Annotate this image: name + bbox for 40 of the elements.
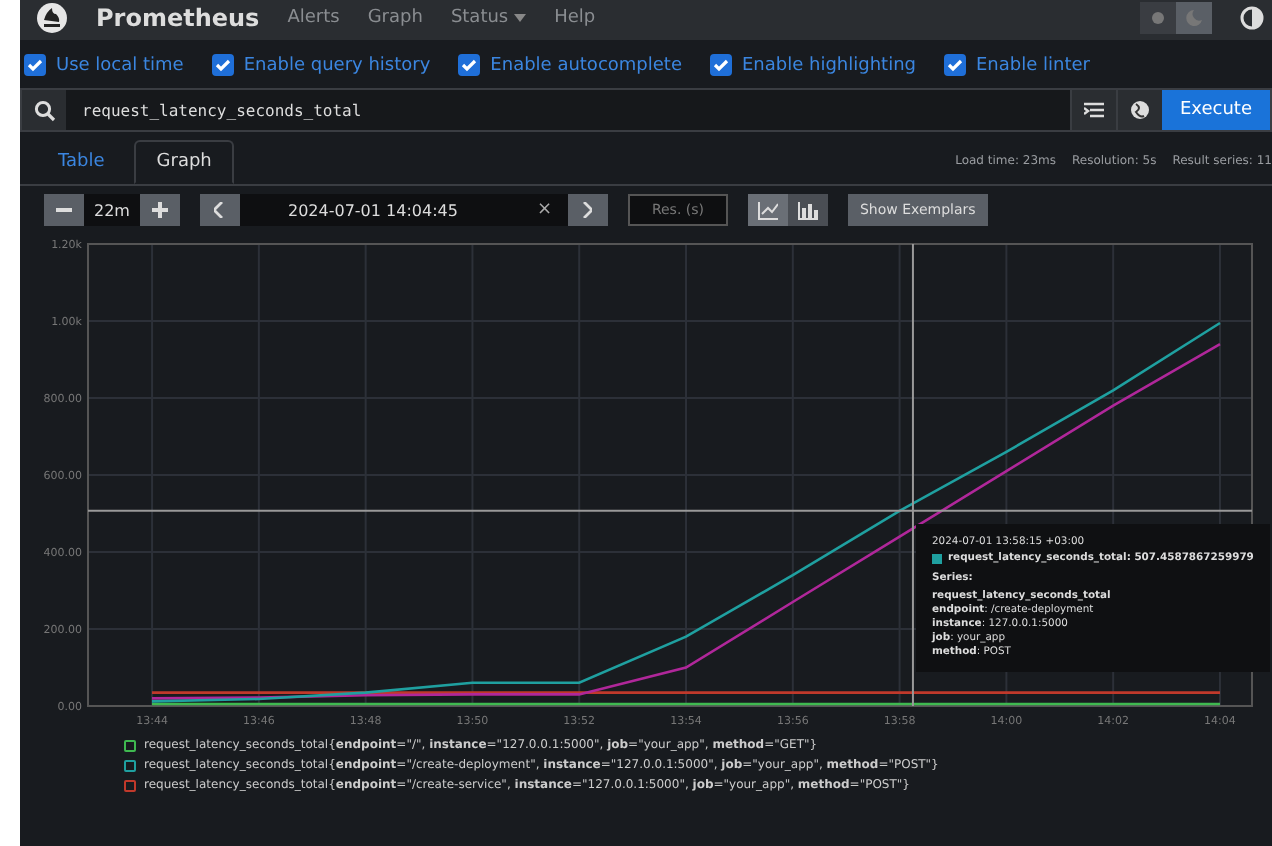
bar-chart-icon — [797, 201, 818, 219]
brand-name[interactable]: Prometheus — [96, 4, 260, 32]
increase-range-button[interactable] — [139, 194, 180, 226]
tab[interactable]: Table — [36, 140, 127, 184]
nav-link[interactable]: Graph — [367, 8, 423, 28]
next-button[interactable] — [567, 194, 608, 226]
legend-swatch[interactable] — [124, 779, 136, 791]
previous-button[interactable] — [199, 194, 240, 226]
checkbox[interactable] — [709, 54, 732, 76]
chevron-left-icon — [214, 202, 225, 218]
option-checkbox[interactable]: Use local time — [24, 54, 184, 76]
line-chart-button[interactable] — [747, 194, 788, 226]
checkbox[interactable] — [458, 54, 481, 76]
legend-swatch[interactable] — [124, 759, 136, 771]
decrease-range-button[interactable] — [44, 194, 84, 226]
option-checkbox[interactable]: Enable linter — [944, 54, 1090, 76]
light-mode-button[interactable] — [1140, 2, 1176, 34]
tab[interactable]: Graph — [134, 140, 234, 184]
sun-icon — [1150, 10, 1166, 26]
option-checkbox[interactable]: Enable query history — [211, 54, 431, 76]
stacked-chart-button[interactable] — [787, 194, 828, 226]
legend-swatch[interactable] — [124, 739, 136, 751]
nav-link[interactable]: Status — [450, 8, 527, 28]
moon-icon — [1186, 10, 1202, 26]
end-time-field[interactable]: 2024-07-01 14:04:45 × — [239, 194, 568, 226]
clear-button[interactable]: × — [536, 200, 552, 220]
plus-icon — [151, 202, 168, 218]
checkbox[interactable] — [211, 54, 234, 76]
option-checkbox[interactable]: Enable autocomplete — [458, 54, 682, 76]
line-chart-icon — [757, 201, 778, 219]
range-field[interactable]: 22m — [84, 194, 140, 226]
checkbox[interactable] — [24, 54, 46, 76]
minus-icon — [56, 208, 72, 212]
contrast-icon[interactable] — [1240, 6, 1264, 30]
nav-link[interactable]: Alerts — [287, 8, 340, 28]
option-checkbox[interactable]: Enable highlighting — [709, 54, 916, 76]
chevron-right-icon — [582, 202, 593, 218]
flame-logo-icon — [36, 2, 68, 34]
nav-link[interactable]: Help — [554, 8, 596, 28]
checkbox[interactable] — [944, 54, 966, 76]
